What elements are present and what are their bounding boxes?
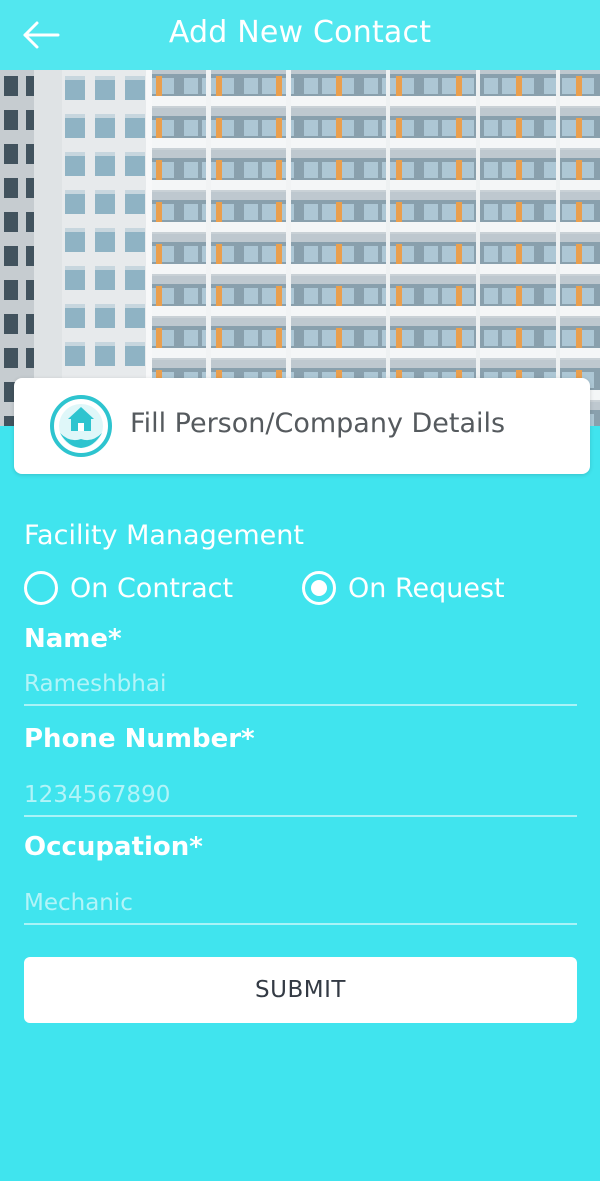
submit-button[interactable]: SUBMIT (24, 957, 577, 1023)
occupation-input[interactable] (24, 883, 577, 925)
radio-on-contract[interactable]: On Contract (24, 566, 233, 610)
card-title: Fill Person/Company Details (130, 408, 506, 439)
house-in-hand-icon (50, 395, 112, 457)
phone-number-input[interactable] (24, 775, 577, 817)
occupation-label: Occupation* (24, 832, 203, 862)
name-label: Name* (24, 624, 122, 654)
page-title: Add New Contact (168, 15, 432, 50)
radio-checked-icon[interactable] (302, 571, 336, 605)
details-card: Fill Person/Company Details (14, 378, 590, 474)
building-illustration (0, 70, 600, 426)
app-header: Add New Contact (0, 0, 600, 70)
radio-on-contract-label: On Contract (70, 572, 234, 604)
hero-image (0, 70, 600, 426)
radio-unchecked-icon[interactable] (24, 571, 58, 605)
radio-on-request-label: On Request (348, 572, 505, 604)
phone-number-label: Phone Number* (24, 724, 255, 754)
facility-management-label: Facility Management (24, 520, 304, 551)
name-input[interactable] (24, 664, 577, 706)
radio-on-request[interactable]: On Request (302, 566, 505, 610)
